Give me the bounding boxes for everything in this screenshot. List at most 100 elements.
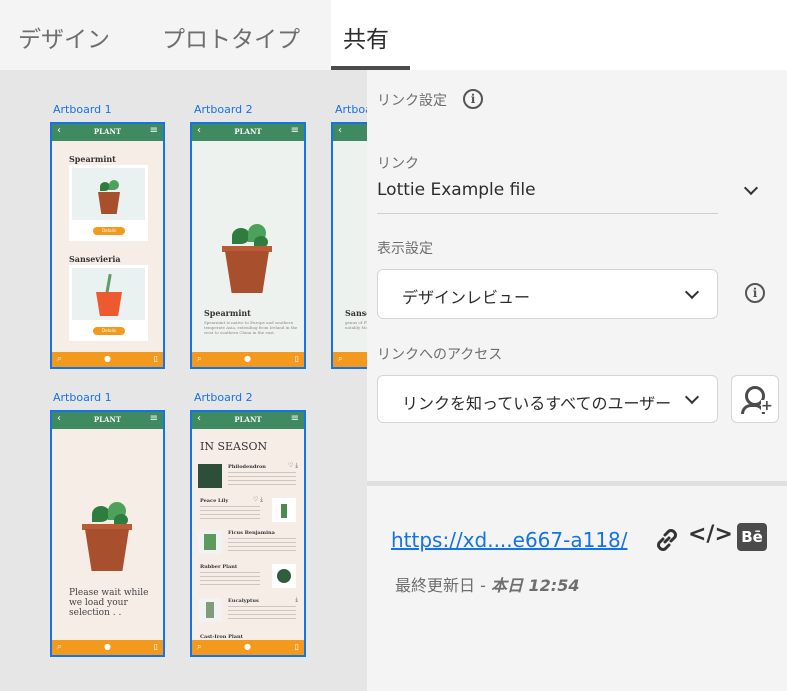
- artboard-label[interactable]: Artboard 1: [53, 391, 112, 404]
- list-item-title: Eucalyptus: [228, 598, 259, 604]
- tab-prototype[interactable]: プロトタイプ: [162, 20, 300, 54]
- link-label: リンク: [377, 156, 419, 172]
- plant-thumbnail: [198, 464, 222, 488]
- list-item-description: [228, 472, 296, 486]
- app-title: PLANT: [93, 415, 122, 424]
- share-url-link[interactable]: https://xd....e667-a118/: [391, 528, 628, 552]
- artboard-label[interactable]: Artboard 1: [53, 103, 112, 116]
- add-user-plus: +: [761, 398, 773, 414]
- plant-pot: [96, 292, 122, 316]
- artboard-loading[interactable]: ‹ PLANT ≡ Please wait while we load your…: [50, 410, 165, 657]
- search-icon: ⌕: [197, 354, 202, 363]
- search-icon: ⌕: [57, 642, 62, 651]
- list-item[interactable]: Philodendron ♡ ⤓: [198, 462, 300, 490]
- details-button[interactable]: Details: [93, 227, 125, 235]
- plant-thumbnail: [272, 564, 296, 588]
- plant-card: Details: [69, 165, 148, 241]
- top-tab-bar: デザイン プロトタイプ 共有: [0, 0, 787, 70]
- app-header: ‹ PLANT ≡: [192, 124, 304, 141]
- download-icon[interactable]: ⤓: [295, 596, 298, 604]
- view-settings-dropdown[interactable]: デザインレビュー: [377, 269, 718, 319]
- chevron-down-icon: [684, 284, 700, 300]
- microphone-icon: ●: [104, 354, 111, 363]
- list-item[interactable]: Eucalyptus ⤓: [198, 596, 300, 624]
- info-icon[interactable]: i: [745, 283, 765, 303]
- link-access-value: リンクを知っているすべてのユーザー: [402, 394, 672, 413]
- hamburger-menu-icon: ≡: [149, 413, 158, 424]
- link-select-underline: [377, 213, 718, 214]
- behance-icon[interactable]: Bē: [737, 523, 767, 551]
- heart-icon[interactable]: ♡ ⤓: [253, 496, 263, 504]
- app-title: PLANT: [93, 127, 122, 136]
- artboard-list[interactable]: ‹ PLANT ≡ IN SEASON Philodendron ♡ ⤓ Pea…: [190, 410, 306, 657]
- plant-image: [72, 168, 145, 220]
- app-footer: ⌕: [333, 352, 367, 367]
- artboard-1[interactable]: ‹ PLANT ≡ Spearmint Details Sansevieria …: [50, 122, 165, 369]
- app-title: PLANT: [234, 127, 262, 136]
- hamburger-menu-icon: ≡: [290, 125, 299, 136]
- plant-thumbnail: [198, 530, 222, 554]
- link-access-dropdown[interactable]: リンクを知っているすべてのユーザー: [377, 375, 718, 423]
- bookmark-icon: ▯: [294, 354, 299, 363]
- plant-title: Spearmint: [204, 308, 251, 318]
- back-arrow-icon: ‹: [338, 125, 342, 136]
- search-icon: ⌕: [197, 642, 202, 651]
- plant-thumbnail: [198, 598, 222, 622]
- app-footer: ⌕ ● ▯: [52, 640, 163, 655]
- plant-title: Spearmint: [69, 154, 116, 164]
- bookmark-icon: ▯: [153, 642, 158, 651]
- last-updated-prefix: 最終更新日 -: [395, 576, 491, 595]
- bookmark-icon: ▯: [294, 642, 299, 651]
- plant-title: Sanse: [345, 308, 367, 318]
- list-item-description: [228, 606, 296, 620]
- app-footer: ⌕ ● ▯: [192, 640, 304, 655]
- app-header: ‹ PLANT ≡: [192, 412, 304, 429]
- artboard-2[interactable]: ‹ PLANT ≡ Spearmint Spearmint is native …: [190, 122, 306, 369]
- artboard-label[interactable]: Artboard: [335, 103, 367, 116]
- loading-message: Please wait while we load your selection…: [69, 588, 149, 618]
- list-item-title: Philodendron: [228, 464, 266, 470]
- app-title: PLANT: [234, 415, 262, 424]
- leaf-shape: [105, 273, 112, 295]
- plant-pot: [225, 251, 269, 293]
- tab-design[interactable]: デザイン: [18, 20, 110, 54]
- list-item[interactable]: Rubber Plant: [198, 562, 300, 590]
- heart-icon[interactable]: ♡ ⤓: [288, 462, 298, 470]
- artboard-label[interactable]: Artboard 2: [194, 103, 253, 116]
- plant-pot: [85, 529, 129, 571]
- info-icon[interactable]: i: [463, 89, 483, 109]
- link-icon[interactable]: [652, 525, 682, 555]
- plant-title: Sansevieria: [69, 254, 121, 264]
- last-updated-value: 本日 12:54: [490, 576, 580, 595]
- microphone-icon: ●: [104, 642, 111, 651]
- list-item-title: Rubber Plant: [200, 564, 238, 570]
- chevron-down-icon: [684, 389, 700, 405]
- list-item[interactable]: Peace Lily ♡ ⤓: [198, 494, 300, 522]
- list-item-description: [200, 572, 260, 586]
- plant-description: genus of Flo notably Mo: [345, 320, 367, 330]
- plant-image: [72, 268, 145, 320]
- invite-user-button[interactable]: +: [731, 375, 779, 423]
- artboard-label[interactable]: Artboard 2: [194, 391, 253, 404]
- plant-pot: [98, 192, 120, 214]
- artboard-3[interactable]: ‹ Sanse genus of Flo notably Mo ⌕: [331, 122, 367, 369]
- app-footer: ⌕ ● ▯: [52, 352, 163, 367]
- design-canvas[interactable]: Artboard 1 ‹ PLANT ≡ Spearmint Details S…: [0, 70, 367, 691]
- list-item-title: Ficus Benjamina: [228, 530, 275, 536]
- app-header: ‹: [333, 124, 367, 141]
- list-item[interactable]: Ficus Benjamina: [198, 528, 300, 556]
- hamburger-menu-icon: ≡: [290, 413, 299, 424]
- embed-code-icon[interactable]: </>: [688, 522, 733, 547]
- view-settings-label: 表示設定: [377, 241, 433, 257]
- details-button[interactable]: Details: [93, 327, 125, 335]
- list-item-description: [228, 538, 296, 552]
- list-heading: IN SEASON: [200, 440, 268, 453]
- search-icon: ⌕: [338, 354, 343, 363]
- link-settings-title: リンク設定: [377, 93, 447, 109]
- app-header: ‹ PLANT ≡: [52, 412, 163, 429]
- tab-share[interactable]: 共有: [343, 20, 389, 54]
- link-select[interactable]: Lottie Example file: [377, 180, 536, 200]
- view-settings-value: デザインレビュー: [402, 288, 531, 307]
- last-updated: 最終更新日 - 本日 12:54: [395, 572, 579, 596]
- search-icon: ⌕: [57, 354, 62, 363]
